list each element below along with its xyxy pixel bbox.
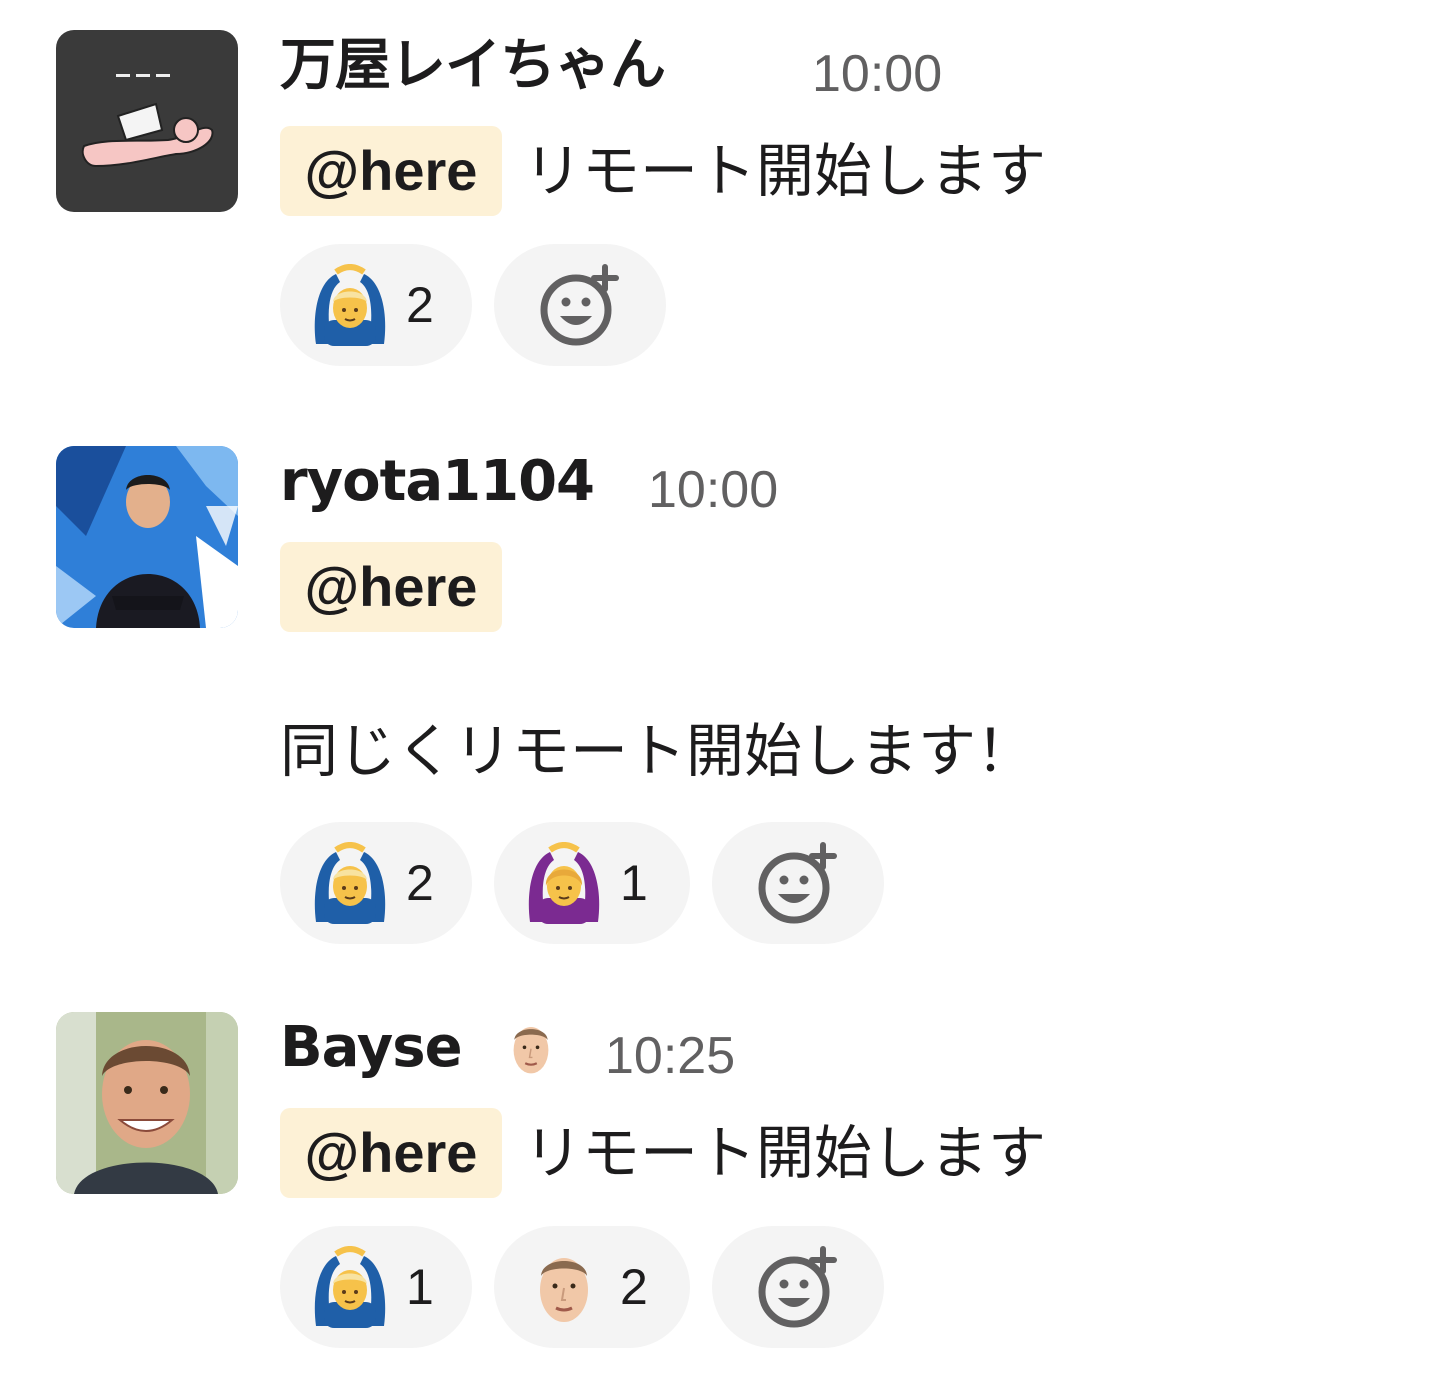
person-gesturing-ok-icon	[310, 264, 390, 346]
message-text: リモート開始します	[524, 1119, 1047, 1187]
avatar-image	[56, 1012, 238, 1194]
message-header: Bayse 10:25	[280, 1012, 1400, 1085]
reactions-bar: 1 2	[280, 1226, 1400, 1348]
avatar[interactable]	[56, 1012, 238, 1194]
message-body: @here リモート開始します	[280, 1108, 1400, 1200]
mention-here[interactable]: @here	[280, 1108, 502, 1198]
add-emoji-icon	[756, 840, 846, 926]
reaction-count: 2	[620, 1259, 648, 1315]
avatar-image	[56, 446, 238, 628]
message-text: 同じくリモート開始します！	[280, 717, 1035, 785]
message-text: リモート開始します	[524, 137, 1047, 205]
avatar-image	[56, 30, 238, 212]
reactions-bar: 2 1	[280, 822, 1400, 944]
avatar[interactable]	[56, 446, 238, 628]
username[interactable]: 万屋レイちゃん	[280, 30, 666, 102]
avatar[interactable]	[56, 30, 238, 212]
add-emoji-icon	[538, 262, 628, 348]
username[interactable]: ryota1104	[280, 446, 595, 518]
mention-here[interactable]: @here	[280, 542, 502, 632]
timestamp[interactable]: 10:25	[605, 1020, 735, 1092]
reaction-ok-man[interactable]: 1	[280, 1226, 472, 1348]
mention-here[interactable]: @here	[280, 126, 502, 216]
person-gesturing-ok-icon	[310, 1246, 390, 1328]
custom-status-face-icon[interactable]	[502, 1008, 560, 1088]
reaction-count: 1	[620, 855, 648, 911]
reaction-ok-woman[interactable]: 1	[494, 822, 690, 944]
message-body: @here リモート開始します	[280, 126, 1400, 218]
message-content: Bayse 10:25 @here リモート開始します 1 2	[280, 1012, 1400, 1348]
reaction-count: 1	[406, 1259, 434, 1315]
reaction-ok-man[interactable]: 2	[280, 244, 472, 366]
person-gesturing-ok-icon	[310, 842, 390, 924]
add-emoji-icon	[756, 1244, 846, 1330]
reaction-custom-face[interactable]: 2	[494, 1226, 690, 1348]
message-header: ryota1104 10:00	[280, 446, 1400, 519]
custom-face-icon	[524, 1246, 604, 1328]
message-content: 万屋レイちゃん 10:00 @here リモート開始します 2	[280, 30, 1400, 366]
add-reaction-button[interactable]	[712, 1226, 884, 1348]
add-reaction-button[interactable]	[712, 822, 884, 944]
message-header: 万屋レイちゃん 10:00	[280, 30, 1400, 103]
username[interactable]: Bayse	[280, 1012, 463, 1084]
message-body: @here	[280, 542, 1400, 634]
timestamp[interactable]: 10:00	[648, 454, 778, 526]
reactions-bar: 2	[280, 244, 1400, 366]
reaction-count: 2	[406, 855, 434, 911]
reaction-count: 2	[406, 277, 434, 333]
reaction-ok-man[interactable]: 2	[280, 822, 472, 944]
message-content: ryota1104 10:00 @here 同じくリモート開始します！ 2 1	[280, 446, 1400, 944]
timestamp[interactable]: 10:00	[812, 38, 942, 110]
add-reaction-button[interactable]	[494, 244, 666, 366]
woman-gesturing-ok-icon	[524, 842, 604, 924]
